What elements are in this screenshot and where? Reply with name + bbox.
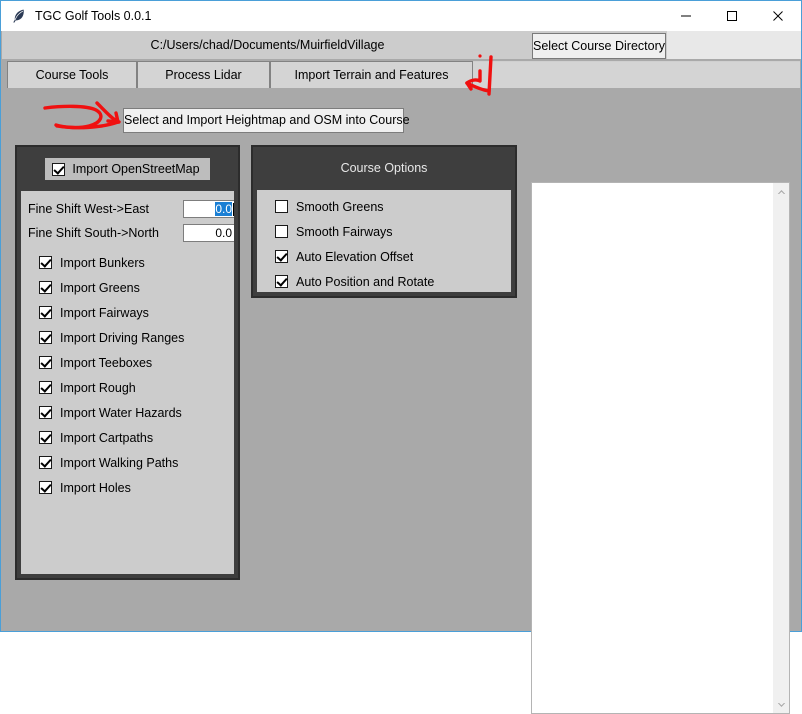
fine-shift-west-east-label: Fine Shift West->East — [28, 201, 149, 216]
fine-shift-south-north-value: 0.0 — [215, 225, 232, 240]
title-bar: TGC Golf Tools 0.0.1 — [1, 1, 801, 31]
window-controls — [663, 1, 801, 31]
checkbox-auto-position-and-rotate[interactable]: Auto Position and Rotate — [257, 269, 511, 292]
checkbox-icon — [39, 481, 52, 494]
checkbox-label: Smooth Greens — [296, 199, 384, 214]
checkbox-label: Import Walking Paths — [60, 455, 179, 470]
tab-course-tools[interactable]: Course Tools — [7, 61, 137, 89]
checkbox-label: Import Fairways — [60, 305, 149, 320]
import-openstreetmap-checkbox[interactable]: Import OpenStreetMap — [45, 158, 210, 180]
checkbox-icon — [39, 456, 52, 469]
maximize-icon[interactable] — [709, 1, 755, 31]
checkbox-import-driving-ranges[interactable]: Import Driving Ranges — [21, 325, 234, 350]
checkbox-label: Import Water Hazards — [60, 405, 182, 420]
fine-shift-west-east-input[interactable]: 0.0 — [183, 199, 234, 218]
checkbox-icon — [39, 431, 52, 444]
checkbox-icon — [275, 275, 288, 288]
checkbox-label: Import Bunkers — [60, 255, 145, 270]
checkbox-icon — [39, 306, 52, 319]
output-log-pane[interactable] — [531, 182, 790, 714]
fine-shift-south-north-row: Fine Shift South->North 0.0 — [21, 223, 234, 242]
checkbox-label: Import Driving Ranges — [60, 330, 185, 345]
checkbox-icon — [275, 250, 288, 263]
checkbox-icon — [39, 406, 52, 419]
fine-shift-south-north-input[interactable]: 0.0 — [183, 223, 234, 242]
checkbox-auto-elevation-offset[interactable]: Auto Elevation Offset — [257, 244, 511, 269]
checkbox-label: Auto Elevation Offset — [296, 249, 414, 264]
import-openstreetmap-body: Fine Shift West->East 0.0 Fine Shift Sou… — [21, 191, 234, 574]
fine-shift-west-east-value: 0.0 — [215, 201, 232, 216]
checkbox-smooth-fairways[interactable]: Smooth Fairways — [257, 219, 511, 244]
window-title: TGC Golf Tools 0.0.1 — [35, 9, 152, 23]
fine-shift-west-east-row: Fine Shift West->East 0.0 — [21, 199, 234, 218]
checkbox-icon — [39, 256, 52, 269]
path-bar-filler — [667, 31, 801, 59]
checkbox-icon — [275, 200, 288, 213]
checkbox-icon — [52, 162, 66, 176]
import-openstreetmap-label: Import OpenStreetMap — [72, 162, 200, 176]
fine-shift-south-north-label: Fine Shift South->North — [28, 225, 159, 240]
chevron-down-icon[interactable] — [773, 696, 789, 713]
checkbox-import-bunkers[interactable]: Import Bunkers — [21, 250, 234, 275]
minimize-icon[interactable] — [663, 1, 709, 31]
course-options-panel: Course Options Smooth Greens Smooth Fair… — [251, 145, 517, 298]
select-course-directory-button[interactable]: Select Course Directory — [532, 33, 666, 59]
checkbox-label: Import Cartpaths — [60, 430, 154, 445]
import-openstreetmap-panel: Import OpenStreetMap Fine Shift West->Ea… — [15, 145, 240, 580]
checkbox-import-holes[interactable]: Import Holes — [21, 475, 234, 500]
checkbox-icon — [39, 331, 52, 344]
checkbox-icon — [39, 381, 52, 394]
checkbox-import-greens[interactable]: Import Greens — [21, 275, 234, 300]
tab-bar-filler — [473, 61, 800, 89]
course-options-body: Smooth Greens Smooth Fairways Auto Eleva… — [257, 190, 511, 292]
checkbox-import-walking-paths[interactable]: Import Walking Paths — [21, 450, 234, 475]
checkbox-label: Import Rough — [60, 380, 136, 395]
tab-bar: Course Tools Process Lidar Import Terrai… — [2, 59, 801, 90]
checkbox-icon — [39, 356, 52, 369]
checkbox-import-rough[interactable]: Import Rough — [21, 375, 234, 400]
checkbox-label: Smooth Fairways — [296, 224, 393, 239]
checkbox-import-cartpaths[interactable]: Import Cartpaths — [21, 425, 234, 450]
checkbox-label: Import Greens — [60, 280, 140, 295]
course-options-title: Course Options — [340, 161, 428, 175]
output-log-scrollbar[interactable] — [772, 183, 789, 713]
close-icon[interactable] — [755, 1, 801, 31]
tab-process-lidar[interactable]: Process Lidar — [137, 61, 270, 89]
checkbox-icon — [275, 225, 288, 238]
chevron-up-icon[interactable] — [773, 183, 789, 200]
import-openstreetmap-header: Import OpenStreetMap — [17, 147, 238, 191]
checkbox-import-water-hazards[interactable]: Import Water Hazards — [21, 400, 234, 425]
tab-import-terrain-and-features[interactable]: Import Terrain and Features — [270, 61, 473, 89]
feather-icon — [11, 8, 27, 24]
checkbox-icon — [39, 281, 52, 294]
checkbox-label: Import Teeboxes — [60, 355, 153, 370]
application-window: TGC Golf Tools 0.0.1 C:/Users/chad/Docum… — [0, 0, 802, 714]
output-log-text — [532, 183, 773, 713]
select-and-import-heightmap-button[interactable]: Select and Import Heightmap and OSM into… — [123, 108, 410, 133]
checkbox-label: Auto Position and Rotate — [296, 274, 435, 289]
checkbox-label: Import Holes — [60, 480, 131, 495]
checkbox-import-teeboxes[interactable]: Import Teeboxes — [21, 350, 234, 375]
path-bar: C:/Users/chad/Documents/MuirfieldVillage — [2, 31, 801, 59]
course-directory-path: C:/Users/chad/Documents/MuirfieldVillage — [150, 38, 385, 52]
checkbox-smooth-greens[interactable]: Smooth Greens — [257, 194, 511, 219]
main-content: Select and Import Heightmap and OSM into… — [2, 90, 801, 714]
checkbox-import-fairways[interactable]: Import Fairways — [21, 300, 234, 325]
